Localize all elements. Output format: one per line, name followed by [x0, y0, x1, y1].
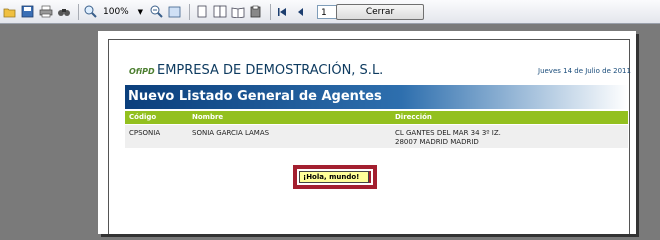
- print-icon[interactable]: [38, 4, 53, 19]
- zoom-value: 100%: [103, 6, 129, 17]
- company-name: EMPRESA DE DEMOSTRACIÓN, S.L.: [157, 63, 384, 78]
- report-title: Nuevo Listado General de Agentes: [128, 89, 382, 104]
- chevron-down-icon: ▼: [137, 7, 143, 16]
- toolbar: 100% ▼ 1 Cerrar: [0, 0, 660, 24]
- book-icon[interactable]: [230, 4, 245, 19]
- close-button[interactable]: Cerrar: [336, 4, 424, 20]
- cell-direccion-line2: 28007 MADRID MADRID: [395, 138, 479, 146]
- single-page-icon[interactable]: [194, 4, 209, 19]
- column-header-codigo: Código: [129, 113, 157, 121]
- cell-nombre: SONIA GARCIA LAMAS: [192, 129, 270, 137]
- report-date: Jueves 14 de Julio de 2011: [538, 67, 631, 75]
- company-logo: OfiPD: [129, 67, 155, 76]
- open-folder-icon[interactable]: [2, 4, 17, 19]
- find-binoculars-icon[interactable]: [56, 4, 71, 19]
- zoom-select[interactable]: 100% ▼: [101, 4, 145, 20]
- page-setup-icon[interactable]: [248, 4, 263, 19]
- previous-page-icon[interactable]: [293, 4, 308, 19]
- save-icon[interactable]: [20, 4, 35, 19]
- greeting-textbox[interactable]: ¡Hola, mundo!: [299, 171, 369, 183]
- two-pages-icon[interactable]: [212, 4, 227, 19]
- zoom-out-icon[interactable]: [149, 4, 164, 19]
- toolbar-separator: [78, 3, 79, 20]
- page-width-icon[interactable]: [167, 4, 182, 19]
- zoom-icon[interactable]: [83, 4, 98, 19]
- cell-codigo: CPSONIA: [129, 129, 161, 137]
- first-page-icon[interactable]: [275, 4, 290, 19]
- column-header-direccion: Dirección: [395, 113, 432, 121]
- toolbar-separator: [270, 3, 271, 20]
- column-header-nombre: Nombre: [192, 113, 224, 121]
- cell-direccion-line1: CL GANTES DEL MAR 34 3º IZ.: [395, 129, 501, 137]
- toolbar-separator: [189, 3, 190, 20]
